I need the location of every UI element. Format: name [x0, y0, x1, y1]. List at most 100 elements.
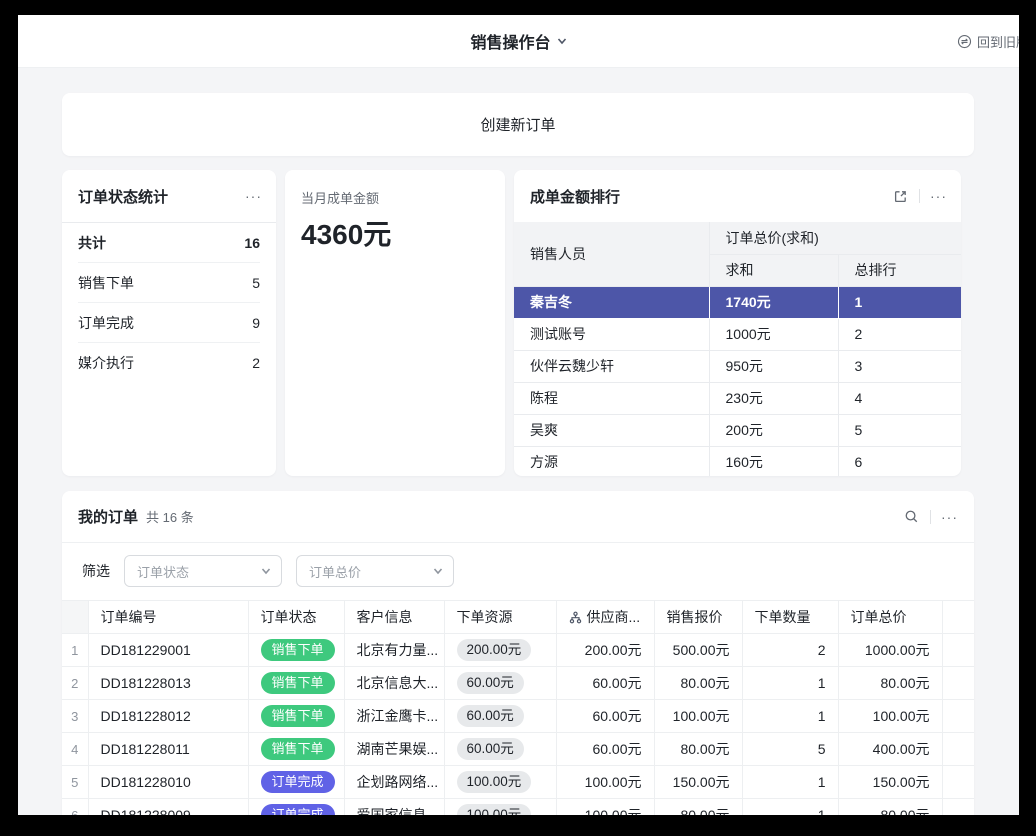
stat-value: 9	[252, 315, 260, 331]
col-quote[interactable]: 销售报价	[654, 601, 742, 634]
col-customer[interactable]: 客户信息	[344, 601, 444, 634]
resource-pill: 200.00元	[457, 639, 532, 661]
ranking-col-total-group[interactable]: 订单总价(求和)	[709, 222, 961, 254]
ranking-col-rank[interactable]: 总排行	[838, 254, 961, 286]
order-cell-qty: 1	[742, 700, 838, 733]
more-icon[interactable]: ···	[930, 189, 947, 203]
status-pill: 销售下单	[261, 639, 335, 661]
order-cell-qty: 1	[742, 766, 838, 799]
my-orders-actions: ···	[902, 508, 958, 526]
divider	[919, 189, 920, 203]
more-icon[interactable]: ···	[941, 510, 958, 524]
more-icon[interactable]: ···	[245, 189, 262, 203]
ranking-col-sum[interactable]: 求和	[709, 254, 838, 286]
search-icon[interactable]	[902, 508, 920, 526]
app-window: 销售操作台 回到旧版 创建新订单 订单状态统计 ···	[18, 15, 1019, 815]
ranking-cell-sum: 160元	[709, 446, 838, 476]
col-resource[interactable]: 下单资源	[444, 601, 556, 634]
order-cell-quote: 100.00元	[654, 700, 742, 733]
stat-value: 16	[244, 235, 260, 251]
ranking-row[interactable]: 测试账号1000元2	[514, 318, 961, 350]
ranking-row[interactable]: 伙伴云魏少轩950元3	[514, 350, 961, 382]
col-supplier[interactable]: 供应商...	[556, 601, 654, 634]
ranking-row[interactable]: 秦吉冬1740元1	[514, 286, 961, 318]
orders-table-body: 1DD181229001销售下单北京有力量...200.00元200.00元50…	[62, 634, 974, 816]
order-row-index: 1	[62, 634, 88, 667]
order-cell-filler	[942, 733, 974, 766]
order-cell-order-no: DD181228010	[88, 766, 248, 799]
order-cell-status: 订单完成	[248, 766, 344, 799]
order-row[interactable]: 4DD181228011销售下单湖南芒果娱...60.00元60.00元80.0…	[62, 733, 974, 766]
ranking-cell-sum: 230元	[709, 382, 838, 414]
stat-value: 5	[252, 275, 260, 291]
ranking-row[interactable]: 陈程230元4	[514, 382, 961, 414]
order-cell-quote: 80.00元	[654, 799, 742, 816]
order-cell-total: 80.00元	[838, 799, 942, 816]
col-qty[interactable]: 下单数量	[742, 601, 838, 634]
ranking-row[interactable]: 吴爽200元5	[514, 414, 961, 446]
ranking-cell-rank: 1	[838, 286, 961, 318]
order-total-filter-select[interactable]: 订单总价	[296, 555, 454, 587]
back-to-old-version-link[interactable]: 回到旧版	[957, 15, 1019, 67]
order-status-filter-select[interactable]: 订单状态	[124, 555, 282, 587]
col-order-no[interactable]: 订单编号	[88, 601, 248, 634]
col-supplier-label: 供应商...	[587, 607, 641, 627]
stat-row-completed[interactable]: 订单完成 9	[78, 303, 260, 343]
ranking-cell-rank: 3	[838, 350, 961, 382]
stat-value: 2	[252, 355, 260, 371]
col-order-status[interactable]: 订单状态	[248, 601, 344, 634]
order-row-index: 6	[62, 799, 88, 816]
order-cell-order-no: DD181228012	[88, 700, 248, 733]
order-status-filter-placeholder: 订单状态	[137, 562, 189, 581]
order-row[interactable]: 1DD181229001销售下单北京有力量...200.00元200.00元50…	[62, 634, 974, 667]
create-order-button[interactable]: 创建新订单	[62, 93, 974, 156]
order-cell-resource: 60.00元	[444, 667, 556, 700]
order-cell-customer: 北京有力量...	[344, 634, 444, 667]
stat-label: 媒介执行	[78, 353, 134, 373]
ranking-cell-rank: 6	[838, 446, 961, 476]
divider	[930, 510, 931, 524]
order-row[interactable]: 5DD181228010订单完成企划路网络...100.00元100.00元15…	[62, 766, 974, 799]
ranking-cell-sum: 200元	[709, 414, 838, 446]
order-row[interactable]: 3DD181228012销售下单浙江金鹰卡...60.00元60.00元100.…	[62, 700, 974, 733]
order-cell-total: 100.00元	[838, 700, 942, 733]
switch-back-icon	[957, 34, 972, 49]
col-total[interactable]: 订单总价	[838, 601, 942, 634]
dashboard-content: 创建新订单 订单状态统计 ··· 共计 16 销售下单 5	[18, 68, 1019, 815]
resource-pill: 60.00元	[457, 672, 524, 694]
order-total-filter-placeholder: 订单总价	[309, 562, 361, 581]
back-link-label: 回到旧版	[977, 32, 1019, 51]
stats-row: 订单状态统计 ··· 共计 16 销售下单 5 订单完成 9	[62, 170, 974, 476]
order-status-card-title: 订单状态统计	[78, 186, 168, 207]
order-cell-status: 订单完成	[248, 799, 344, 816]
order-cell-status: 销售下单	[248, 634, 344, 667]
order-cell-total: 1000.00元	[838, 634, 942, 667]
stat-row-sales-ordered[interactable]: 销售下单 5	[78, 263, 260, 303]
order-row[interactable]: 6DD181228009订单完成爱国家信息...100.00元100.00元80…	[62, 799, 974, 816]
order-row[interactable]: 2DD181228013销售下单北京信息大...60.00元60.00元80.0…	[62, 667, 974, 700]
resource-pill: 100.00元	[457, 804, 532, 815]
ranking-cell-name: 方源	[514, 446, 709, 476]
order-row-index: 3	[62, 700, 88, 733]
order-cell-supplier-price: 200.00元	[556, 634, 654, 667]
app-title-switcher[interactable]: 销售操作台	[470, 29, 566, 53]
order-cell-supplier-price: 60.00元	[556, 733, 654, 766]
chevron-down-icon	[557, 36, 567, 46]
order-cell-qty: 2	[742, 634, 838, 667]
order-cell-order-no: DD181229001	[88, 634, 248, 667]
stat-row-media-exec[interactable]: 媒介执行 2	[78, 343, 260, 383]
ranking-col-person[interactable]: 销售人员	[514, 222, 709, 286]
order-cell-supplier-price: 100.00元	[556, 766, 654, 799]
export-icon[interactable]	[891, 187, 909, 205]
order-cell-quote: 80.00元	[654, 667, 742, 700]
month-amount-card: 当月成单金额 4360元	[285, 170, 505, 476]
ranking-row[interactable]: 方源160元6	[514, 446, 961, 476]
order-cell-supplier-price: 60.00元	[556, 667, 654, 700]
ranking-cell-name: 吴爽	[514, 414, 709, 446]
ranking-card-title: 成单金额排行	[530, 186, 620, 207]
stat-row-total[interactable]: 共计 16	[78, 223, 260, 263]
org-relation-icon	[569, 611, 582, 624]
my-orders-card: 我的订单 共 16 条 ··· 筛选 订单状态 订单	[62, 491, 974, 815]
create-order-label: 创建新订单	[480, 114, 555, 135]
order-cell-total: 80.00元	[838, 667, 942, 700]
